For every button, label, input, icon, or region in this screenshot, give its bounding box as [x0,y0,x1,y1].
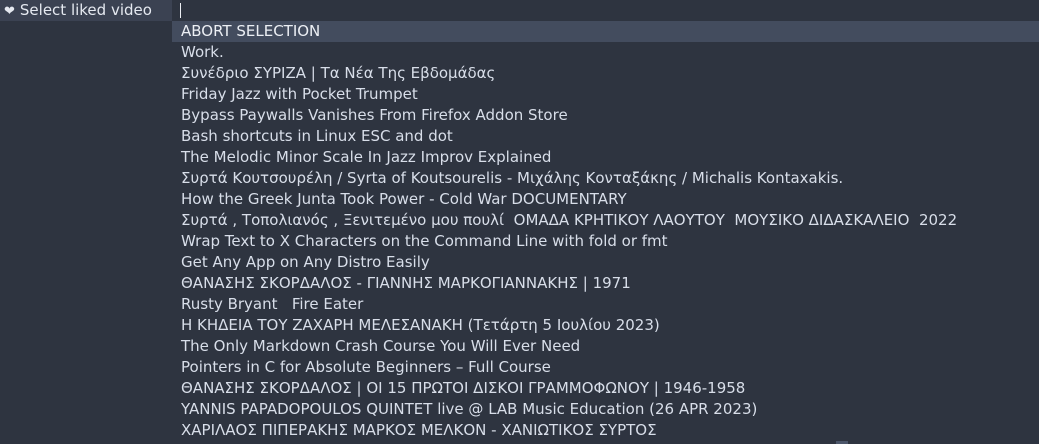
abort-selection-item[interactable]: ABORT SELECTION [172,21,1039,42]
list-item[interactable]: The Only Markdown Crash Course You Will … [172,336,1039,357]
list-item[interactable]: YANNIS PAPADOPOULOS QUINTET live @ LAB M… [172,399,1039,420]
list-item[interactable]: Friday Jazz with Pocket Trumpet [172,84,1039,105]
list-item[interactable]: Bash shortcuts in Linux ESC and dot [172,126,1039,147]
list-item[interactable]: Rusty Bryant Fire Eater [172,294,1039,315]
list-item[interactable]: Wrap Text to X Characters on the Command… [172,231,1039,252]
heart-icon: ❤ [4,4,15,19]
list-item[interactable]: ΘΑΝΑΣΗΣ ΣΚΟΡΔΑΛΟΣ - ΓΙΑΝΝΗΣ ΜΑΡΚΟΓΙΑΝΝΑΚ… [172,273,1039,294]
list-item[interactable]: The Melodic Minor Scale In Jazz Improv E… [172,147,1039,168]
prompt-bar: ❤ Select liked video [0,0,1039,21]
text-cursor [180,3,181,18]
list-item[interactable]: Συρτά , Τοπολιανός , Ξενιτεμένο μου πουλ… [172,210,1039,231]
selection-list: ABORT SELECTION Work. Συνέδριο ΣΥΡΙΖΑ | Τα… [172,21,1039,441]
list-item[interactable]: Bypass Paywalls Vanishes From Firefox Ad… [172,105,1039,126]
list-item[interactable]: Work. [172,42,1039,63]
list-item[interactable]: Συνέδριο ΣΥΡΙΖΑ | Τα Νέα Της Εβδομάδας [172,63,1039,84]
list-item[interactable]: How the Greek Junta Took Power - Cold Wa… [172,189,1039,210]
list-item[interactable]: ΘΑΝΑΣΗΣ ΣΚΟΡΔΑΛΟΣ | ΟΙ 15 ΠΡΩΤΟΙ ΔΙΣΚΟΙ … [172,378,1039,399]
list-item[interactable]: Pointers in C for Absolute Beginners – F… [172,357,1039,378]
list-item[interactable]: ΧΑΡΙΛΑΟΣ ΠΙΠΕΡΑΚΗΣ ΜΑΡΚΟΣ ΜΕΛΚΟΝ - ΧΑΝΙΩ… [172,420,1039,441]
search-input[interactable] [178,0,1028,21]
list-item[interactable]: Get Any App on Any Distro Easily [172,252,1039,273]
list-item[interactable]: Συρτά Κουτσουρέλη / Syrta of Koutsoureli… [172,168,1039,189]
prompt-label-text: Select liked video [19,1,152,19]
prompt-label: ❤ Select liked video [0,0,172,21]
list-item[interactable]: Η ΚΗΔΕΙΑ ΤΟΥ ΖΑΧΑΡΗ ΜΕΛΕΣΑΝΑΚΗ (Τετάρτη … [172,315,1039,336]
